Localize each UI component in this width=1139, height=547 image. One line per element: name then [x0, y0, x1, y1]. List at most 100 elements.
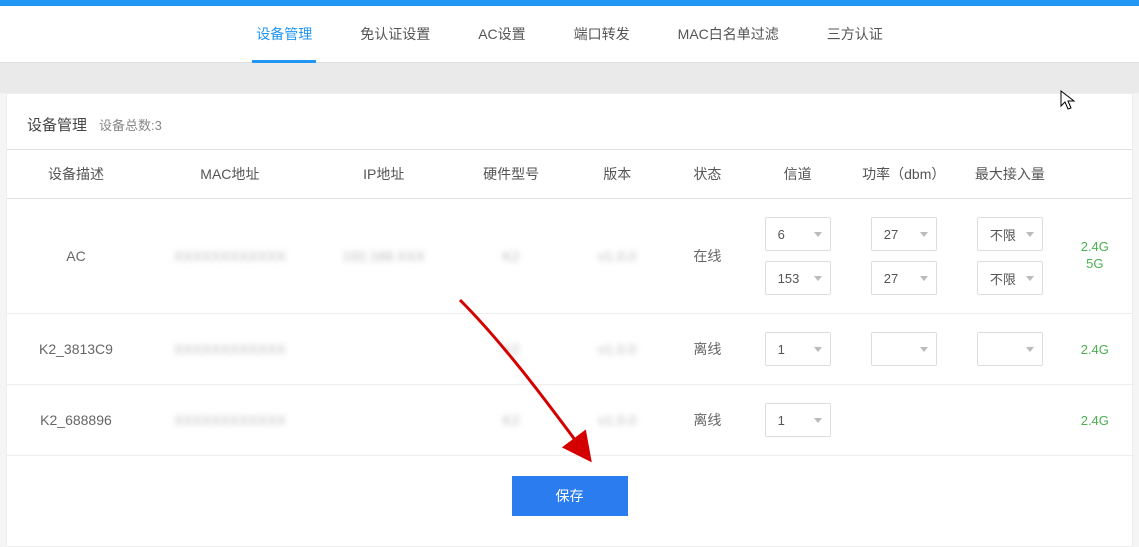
cell-mac: XXXXXXXXXXXX	[145, 199, 315, 314]
panel-title: 设备管理	[27, 114, 87, 135]
save-button[interactable]: 保存	[512, 476, 628, 516]
select-value: 6	[778, 227, 785, 242]
cell-desc: K2_3813C9	[7, 314, 145, 385]
max-select[interactable]: 不限	[977, 217, 1043, 251]
blurred-text: K2	[503, 341, 520, 357]
channel-select[interactable]: 153	[765, 261, 831, 295]
tabs-bar: 设备管理 免认证设置 AC设置 端口转发 MAC白名单过滤 三方认证	[0, 6, 1139, 63]
table-row: K2_688896 XXXXXXXXXXXX K2 v1.0.0 离线 1 2.…	[7, 385, 1132, 456]
blurred-text: v1.0.0	[598, 341, 636, 357]
col-pwr: 功率（dbm）	[845, 150, 962, 199]
cell-ver: v1.0.0	[569, 385, 665, 456]
channel-select[interactable]: 6	[765, 217, 831, 251]
tab-mac-whitelist[interactable]: MAC白名单过滤	[674, 6, 783, 62]
channel-select[interactable]: 1	[765, 332, 831, 366]
chevron-down-icon	[920, 347, 928, 352]
blurred-text: 192.168.XXX	[342, 248, 425, 264]
blurred-text: K2	[503, 412, 520, 428]
band-label: 2.4G	[1081, 239, 1109, 256]
cell-ver: v1.0.0	[569, 314, 665, 385]
band-label: 2.4G	[1081, 342, 1109, 357]
blurred-text: K2	[503, 248, 520, 264]
chevron-down-icon	[814, 276, 822, 281]
col-desc: 设备描述	[7, 150, 145, 199]
cell-band: 2.4G 5G	[1058, 199, 1132, 314]
cell-desc: AC	[7, 199, 145, 314]
cell-max: 不限 不限	[962, 199, 1058, 314]
blurred-text: v1.0.0	[598, 412, 636, 428]
panel-subtitle: 设备总数:3	[99, 115, 162, 134]
cell-band: 2.4G	[1058, 314, 1132, 385]
cell-power	[845, 314, 962, 385]
table-row: K2_3813C9 XXXXXXXXXXXX K2 v1.0.0 离线 1 2.…	[7, 314, 1132, 385]
cell-ip: 192.168.XXX	[315, 199, 453, 314]
cell-channel: 1	[750, 314, 846, 385]
channel-select[interactable]: 1	[765, 403, 831, 437]
chevron-down-icon	[1026, 276, 1034, 281]
select-value: 不限	[990, 269, 1016, 288]
cell-status: 离线	[665, 314, 750, 385]
cell-channel: 1	[750, 385, 846, 456]
button-label: 保存	[556, 488, 584, 504]
table-row: AC XXXXXXXXXXXX 192.168.XXX K2 v1.0.0 在线…	[7, 199, 1132, 314]
chevron-down-icon	[814, 232, 822, 237]
tab-no-auth[interactable]: 免认证设置	[356, 6, 434, 62]
band-label: 5G	[1086, 256, 1103, 273]
tab-device-mgmt[interactable]: 设备管理	[252, 6, 316, 62]
save-row: 保存	[7, 476, 1132, 516]
max-select[interactable]: 不限	[977, 261, 1043, 295]
blurred-text: XXXXXXXXXXXX	[174, 248, 286, 264]
cell-mac: XXXXXXXXXXXX	[145, 385, 315, 456]
cell-ver: v1.0.0	[569, 199, 665, 314]
col-hw: 硬件型号	[453, 150, 570, 199]
tab-third-auth[interactable]: 三方认证	[823, 6, 887, 62]
tab-label: 端口转发	[574, 26, 630, 42]
col-chan: 信道	[750, 150, 846, 199]
cell-status: 在线	[665, 199, 750, 314]
tab-label: 免认证设置	[360, 26, 430, 42]
chevron-down-icon	[920, 276, 928, 281]
select-value: 153	[778, 271, 800, 286]
chevron-down-icon	[1026, 347, 1034, 352]
chevron-down-icon	[814, 347, 822, 352]
spacer	[0, 63, 1139, 93]
cell-channel: 6 153	[750, 199, 846, 314]
panel-header: 设备管理 设备总数:3	[7, 94, 1132, 149]
cell-hw: K2	[453, 314, 570, 385]
blurred-text: XXXXXXXXXXXX	[174, 341, 286, 357]
cell-band: 2.4G	[1058, 385, 1132, 456]
tab-ac-settings[interactable]: AC设置	[474, 6, 529, 62]
max-select[interactable]	[977, 332, 1043, 366]
cell-power	[845, 385, 962, 456]
select-value: 27	[884, 271, 898, 286]
blurred-text: XXXXXXXXXXXX	[174, 412, 286, 428]
col-band	[1058, 150, 1132, 199]
col-ip: IP地址	[315, 150, 453, 199]
power-select[interactable]: 27	[871, 261, 937, 295]
power-select[interactable]: 27	[871, 217, 937, 251]
cell-hw: K2	[453, 385, 570, 456]
cell-status: 离线	[665, 385, 750, 456]
col-ver: 版本	[569, 150, 665, 199]
cell-power: 27 27	[845, 199, 962, 314]
tab-port-forward[interactable]: 端口转发	[570, 6, 634, 62]
col-mac: MAC地址	[145, 150, 315, 199]
tab-label: 三方认证	[827, 26, 883, 42]
blurred-text: v1.0.0	[598, 248, 636, 264]
cell-max	[962, 385, 1058, 456]
tab-label: AC设置	[478, 26, 525, 42]
tab-label: MAC白名单过滤	[678, 26, 779, 42]
device-panel: 设备管理 设备总数:3 设备描述 MAC地址 IP地址 硬件型号 版本 状态 信…	[6, 93, 1133, 547]
select-value: 不限	[990, 225, 1016, 244]
device-table: 设备描述 MAC地址 IP地址 硬件型号 版本 状态 信道 功率（dbm） 最大…	[7, 149, 1132, 456]
select-value: 27	[884, 227, 898, 242]
col-stat: 状态	[665, 150, 750, 199]
select-value: 1	[778, 413, 785, 428]
select-value: 1	[778, 342, 785, 357]
cell-hw: K2	[453, 199, 570, 314]
cell-mac: XXXXXXXXXXXX	[145, 314, 315, 385]
cell-desc: K2_688896	[7, 385, 145, 456]
cell-ip	[315, 385, 453, 456]
table-header-row: 设备描述 MAC地址 IP地址 硬件型号 版本 状态 信道 功率（dbm） 最大…	[7, 150, 1132, 199]
power-select[interactable]	[871, 332, 937, 366]
